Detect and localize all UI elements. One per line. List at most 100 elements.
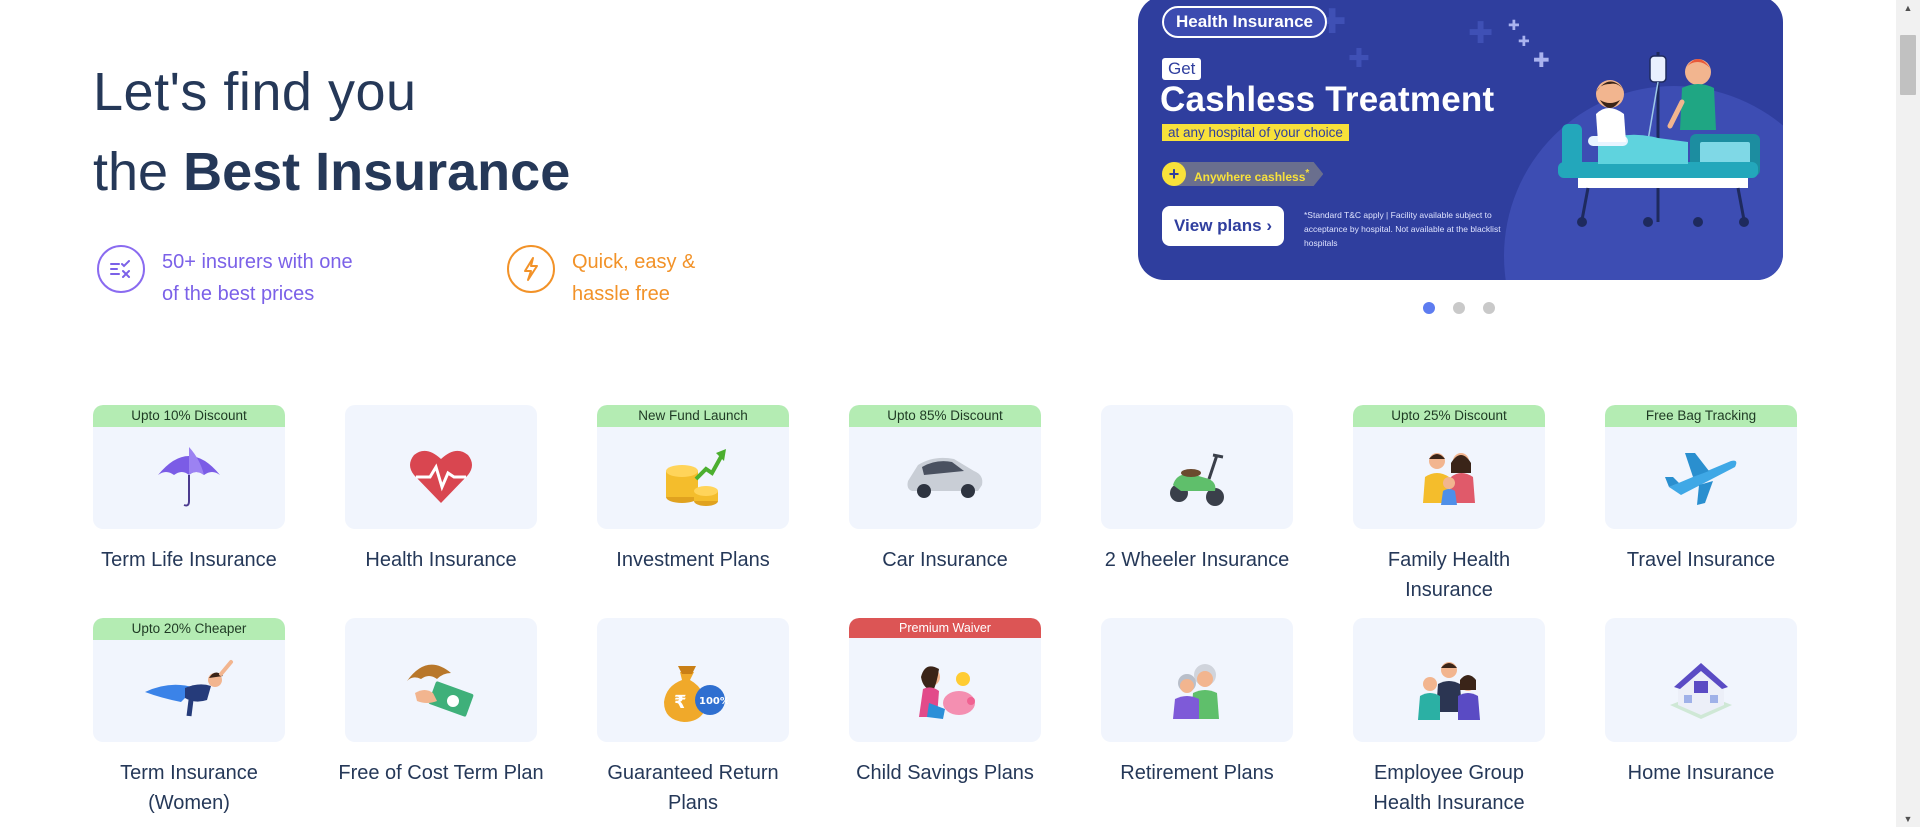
feature-quick-line1: Quick, easy &	[572, 251, 696, 273]
product-label: Employee Group Health Insurance	[1373, 762, 1525, 814]
heart-pulse-icon	[410, 450, 472, 503]
money-umbrella-icon	[407, 664, 474, 717]
product-tile[interactable]: Upto 25% Discount	[1353, 405, 1545, 529]
discount-badge: Upto 10% Discount	[93, 405, 285, 427]
cross-decoration-icon: ✚	[1518, 34, 1530, 50]
umbrella-icon	[158, 446, 220, 507]
product-tile[interactable]	[345, 405, 537, 529]
product-label: Term Life Insurance	[101, 549, 277, 571]
carousel-dots	[1423, 302, 1495, 314]
product-card-travel[interactable]: Free Bag Tracking Travel Insurance	[1605, 405, 1797, 575]
svg-text:₹: ₹	[674, 692, 687, 713]
employees-group-icon	[1418, 661, 1480, 720]
product-card-child-savings[interactable]: Premium Waiver Child Savings Plans	[849, 618, 1041, 788]
svg-text:100%: 100%	[699, 696, 728, 707]
banner-disclaimer: *Standard T&C apply | Facility available…	[1304, 210, 1501, 248]
cross-decoration-icon: ✚	[1508, 18, 1520, 34]
carousel-dot-1[interactable]	[1423, 302, 1435, 314]
premium-waiver-badge: Premium Waiver	[849, 618, 1041, 638]
elderly-couple-icon	[1173, 663, 1219, 719]
product-label: Free of Cost Term Plan	[338, 762, 544, 784]
product-card-employee-group[interactable]: Employee Group Health Insurance	[1353, 618, 1545, 818]
discount-badge: Upto 85% Discount	[849, 405, 1041, 427]
product-tile[interactable]	[345, 618, 537, 742]
product-card-family-health[interactable]: Upto 25% Discount Family Health Insuranc…	[1353, 405, 1545, 605]
carousel-dot-3[interactable]	[1483, 302, 1495, 314]
superwoman-icon	[145, 659, 233, 717]
product-card-investment[interactable]: New Fund Launch Investment Plans	[597, 405, 789, 575]
airplane-icon	[1665, 452, 1737, 505]
scroll-thumb[interactable]	[1900, 35, 1916, 95]
banner-pill-sup: *	[1305, 168, 1310, 179]
product-card-car[interactable]: Upto 85% Discount Car Insurance	[849, 405, 1041, 575]
product-label: Family Health Insurance	[1387, 549, 1511, 601]
discount-badge: New Fund Launch	[597, 405, 789, 427]
hero-line-2-prefix: the	[93, 142, 184, 202]
cross-decoration-icon: ✚	[1348, 44, 1370, 74]
product-label: Retirement Plans	[1120, 762, 1274, 784]
product-card-free-term[interactable]: Free of Cost Term Plan	[338, 618, 544, 788]
child-piggybank-icon	[919, 666, 975, 719]
promo-banner[interactable]: ✚ ✚ ✚ ✚ ✚ ✚ Health Insurance Get Cashles…	[1138, 0, 1783, 280]
product-tile[interactable]: Upto 20% Cheaper	[93, 618, 285, 742]
lightning-icon	[507, 245, 555, 293]
discount-badge: Free Bag Tracking	[1605, 405, 1797, 427]
cross-decoration-icon: ✚	[1468, 16, 1494, 51]
view-plans-button[interactable]: View plans ›	[1162, 206, 1284, 246]
view-plans-label: View plans	[1174, 216, 1262, 235]
product-label: Car Insurance	[882, 549, 1008, 571]
scroll-up-arrow-icon[interactable]: ▲	[1896, 0, 1920, 16]
hero-line-1: Let's find you	[93, 62, 417, 122]
family-icon	[1423, 452, 1475, 505]
banner-get: Get	[1162, 58, 1202, 80]
hero-line-2: the Best Insurance	[93, 132, 570, 212]
product-tile[interactable]	[1101, 405, 1293, 529]
hero-heading: Let's find you the Best Insurance	[93, 52, 570, 212]
discount-badge: Upto 20% Cheaper	[93, 618, 285, 640]
product-card-home[interactable]: Home Insurance	[1605, 618, 1797, 788]
feature-insurers-text: 50+ insurers with one of the best prices	[162, 246, 353, 310]
feature-quick-line2: hassle free	[572, 283, 670, 305]
product-tile[interactable]	[1605, 618, 1797, 742]
banner-pill-text: Anywhere cashless	[1194, 170, 1306, 184]
feature-insurers: 50+ insurers with one of the best prices	[97, 245, 353, 310]
product-label: Investment Plans	[616, 549, 770, 571]
banner-pill: + Anywhere cashless*	[1162, 162, 1324, 186]
product-label: 2 Wheeler Insurance	[1104, 549, 1290, 571]
product-tile[interactable]: Free Bag Tracking	[1605, 405, 1797, 529]
product-card-health[interactable]: Health Insurance	[345, 405, 537, 575]
product-card-term-life[interactable]: Upto 10% Discount Term Life Insurance	[93, 405, 285, 575]
product-card-two-wheeler[interactable]: 2 Wheeler Insurance	[1101, 405, 1293, 575]
hero-line-2-bold: Best Insurance	[183, 142, 571, 202]
page-scrollbar[interactable]: ▲ ▼	[1896, 0, 1920, 827]
feature-quick-text: Quick, easy & hassle free	[572, 246, 695, 310]
product-label: Guaranteed Return Plans	[607, 762, 779, 814]
product-label: Child Savings Plans	[856, 762, 1034, 784]
carousel-dot-2[interactable]	[1453, 302, 1465, 314]
product-tile[interactable]: ₹ 100%	[597, 618, 789, 742]
product-card-guaranteed-return[interactable]: ₹ 100% Guaranteed Return Plans	[597, 618, 789, 818]
scooter-icon	[1170, 453, 1224, 506]
product-tile[interactable]	[1101, 618, 1293, 742]
money-bag-100-icon: ₹ 100%	[664, 665, 728, 722]
product-label: Travel Insurance	[1626, 549, 1776, 571]
product-tile[interactable]	[1353, 618, 1545, 742]
banner-title: Cashless Treatment	[1160, 80, 1495, 119]
compare-list-icon	[97, 245, 145, 293]
scroll-down-arrow-icon[interactable]: ▼	[1896, 811, 1920, 827]
banner-subtitle: at any hospital of your choice	[1162, 124, 1349, 141]
feature-quick: Quick, easy & hassle free	[507, 245, 695, 310]
car-icon	[907, 457, 983, 498]
product-tile[interactable]: Premium Waiver	[849, 618, 1041, 742]
hospital-bed-illustration	[1558, 52, 1760, 227]
product-tile[interactable]: Upto 85% Discount	[849, 405, 1041, 529]
feature-insurers-line2: of the best prices	[162, 283, 315, 305]
product-tile[interactable]: Upto 10% Discount	[93, 405, 285, 529]
house-icon	[1670, 662, 1732, 719]
product-tile[interactable]: New Fund Launch	[597, 405, 789, 529]
product-card-retirement[interactable]: Retirement Plans	[1101, 618, 1293, 788]
coins-growth-icon	[666, 448, 726, 506]
product-card-term-women[interactable]: Upto 20% Cheaper Term Insurance (Women)	[93, 618, 285, 818]
banner-tag: Health Insurance	[1162, 6, 1327, 38]
product-label: Term Insurance (Women)	[120, 762, 258, 814]
